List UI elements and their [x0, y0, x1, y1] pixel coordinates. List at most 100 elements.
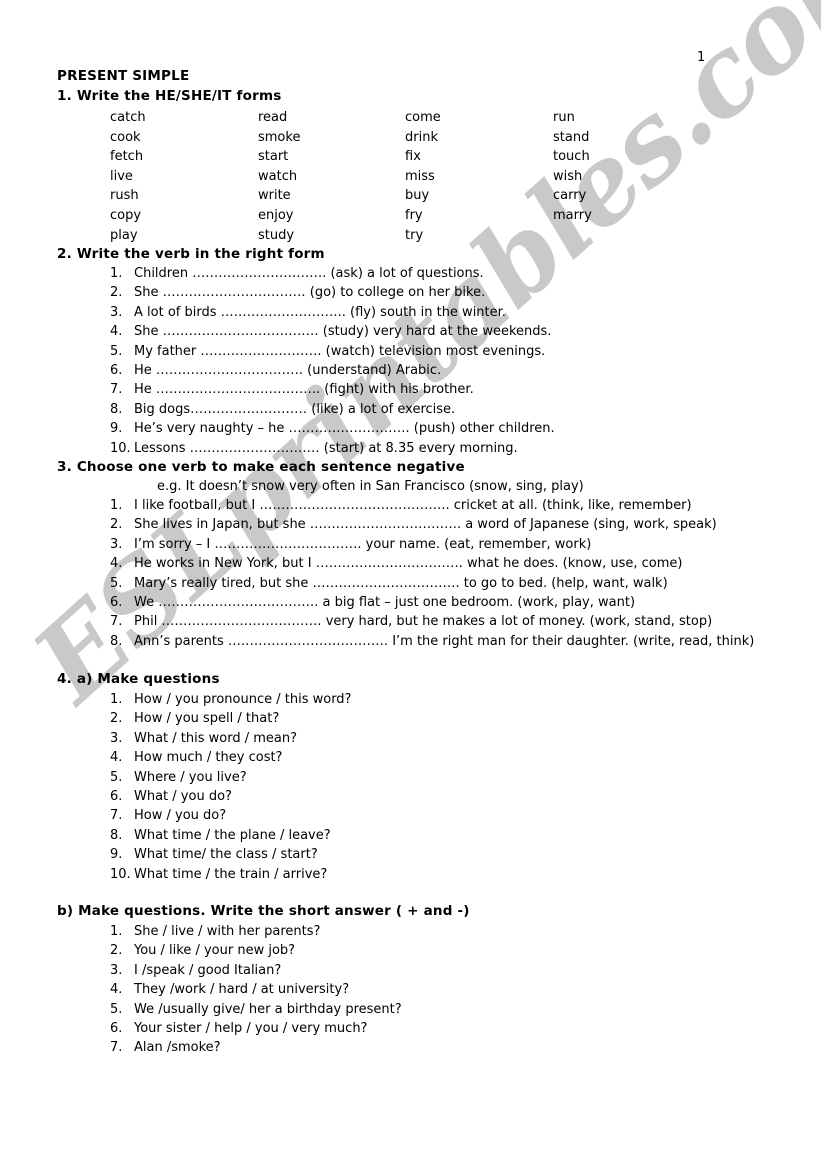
exercise-number: 7. — [110, 1040, 123, 1056]
exercise-item: 3. What / this word / mean? — [0, 729, 821, 748]
exercise-number: 4. — [110, 324, 123, 340]
section-4b-heading: b) Make questions. Write the short answe… — [57, 903, 470, 919]
exercise-text: We ………………………………. a big flat – just one b… — [134, 595, 636, 611]
exercise-text: Your sister / help / you / very much? — [134, 1021, 368, 1037]
exercise-item: 7. Alan /smoke? — [0, 1038, 821, 1057]
verb-row: rush write buy carry — [0, 188, 821, 208]
exercise-item: 8. What time / the plane / leave? — [0, 826, 821, 845]
exercise-text: A lot of birds ……………………….. (fly) south i… — [134, 304, 506, 320]
exercise-item: 3. I’m sorry – I ……………………………. your name. … — [0, 535, 821, 554]
exercise-item: 9. He’s very naughty – he ………………………. (pus… — [0, 419, 821, 438]
exercise-text: We /usually give/ her a birthday present… — [134, 1001, 402, 1017]
exercise-item: 1. She / live / with her parents? — [0, 922, 821, 941]
exercise-number: 6. — [110, 789, 123, 805]
exercise-number: 5. — [110, 343, 123, 359]
exercise-item: 2. She …………………………… (go) to college on her… — [0, 283, 821, 302]
exercise-text: Lessons ………………………… (start) at 8.35 every… — [134, 440, 518, 456]
exercise-item: 1. How / you pronounce / this word? — [0, 690, 821, 709]
exercise-text: Phil ………………………………. very hard, but he mak… — [134, 614, 713, 630]
exercise-number: 8. — [110, 827, 123, 843]
exercise-item: 7. Phil ………………………………. very hard, but he m… — [0, 612, 821, 631]
exercise-text: Children …………………………. (ask) a lot of ques… — [134, 266, 484, 281]
exercise-text: He ……………………………….. (fight) with his broth… — [134, 382, 474, 398]
exercise-text: She ……………………………… (study) very hard at th… — [134, 324, 552, 340]
exercise-text: He works in New York, but I …………………………….… — [134, 556, 683, 572]
exercise-text: Ann’s parents ………………………………. I’m the righ… — [134, 633, 755, 649]
exercise-text: I /speak / good Italian? — [134, 962, 282, 978]
verb-word: run — [553, 110, 575, 125]
verb-forms-table: catch read come run cook smoke drink stand fetch… — [0, 110, 821, 247]
exercise-number: 5. — [110, 1001, 123, 1017]
exercise-number: 1. — [110, 692, 123, 707]
exercise-number: 5. — [110, 769, 123, 785]
exercise-item: 7. How / you do? — [0, 806, 821, 825]
verb-row: fetch start fix touch — [0, 149, 821, 169]
exercise-item: 2. She lives in Japan, but she …………………………… — [0, 515, 821, 534]
verb-row: play study try — [0, 228, 821, 248]
exercise-item: 4. He works in New York, but I …………………………… — [0, 554, 821, 573]
exercise-text: He ……………………………. (understand) Arabic. — [134, 363, 442, 379]
verb-word: write — [258, 188, 291, 204]
exercise-item: 7. He ……………………………….. (fight) with his bro… — [0, 380, 821, 399]
verb-word: copy — [110, 207, 142, 223]
verb-word: drink — [405, 129, 438, 145]
exercise-number: 10. — [110, 440, 131, 456]
verb-word: try — [405, 227, 424, 243]
exercise-text: What / you do? — [134, 789, 232, 805]
exercise-item: 4. They /work / hard / at university? — [0, 980, 821, 999]
exercise-text: She …………………………… (go) to college on her b… — [134, 285, 486, 301]
exercise-item: 5. My father ………………………. (watch) televisio… — [0, 342, 821, 361]
verb-word: play — [110, 227, 138, 243]
verb-word: catch — [110, 110, 146, 125]
exercise-number: 7. — [110, 614, 123, 630]
exercise-item: 10. Lessons ………………………… (start) at 8.35 ev… — [0, 439, 821, 458]
exercise-number: 1. — [110, 498, 123, 513]
exercise-text: What time / the plane / leave? — [134, 827, 331, 843]
exercise-number: 8. — [110, 401, 123, 417]
section-3-heading: 3. Choose one verb to make each sentence… — [57, 459, 465, 475]
exercise-item: 3. I /speak / good Italian? — [0, 961, 821, 980]
verb-word: touch — [553, 149, 590, 165]
exercise-item: 4. She ……………………………… (study) very hard at … — [0, 322, 821, 341]
verb-row: live watch miss wish — [0, 169, 821, 189]
page-number: 1 — [697, 50, 706, 65]
verb-word: cook — [110, 129, 141, 145]
exercise-number: 8. — [110, 633, 123, 649]
exercise-number: 3. — [110, 536, 123, 552]
verb-word: smoke — [258, 129, 301, 145]
exercise-text: How much / they cost? — [134, 750, 283, 766]
exercise-number: 3. — [110, 962, 123, 978]
exercise-number: 2. — [110, 285, 123, 301]
exercise-number: 1. — [110, 924, 123, 939]
exercise-text: I’m sorry – I ……………………………. your name. (e… — [134, 536, 592, 552]
exercise-text: What time / the train / arrive? — [134, 866, 328, 882]
verb-row: copy enjoy fry marry — [0, 208, 821, 228]
verb-word: live — [110, 168, 133, 184]
exercise-item: 10. What time / the train / arrive? — [0, 865, 821, 884]
exercise-text: Where / you live? — [134, 769, 247, 785]
exercise-number: 10. — [110, 866, 131, 882]
verb-word: watch — [258, 168, 298, 184]
section-4a-list: 1. How / you pronounce / this word? 2. How … — [0, 690, 821, 884]
verb-word: miss — [405, 168, 435, 184]
exercise-text: I like football, but I …………………………………….. … — [134, 498, 692, 513]
exercise-text: My father ………………………. (watch) television … — [134, 343, 546, 359]
verb-word: carry — [553, 188, 587, 204]
verb-row: catch read come run — [0, 110, 821, 130]
verb-word: fix — [405, 149, 421, 165]
verb-word: marry — [553, 207, 592, 223]
exercise-number: 2. — [110, 711, 123, 727]
section-4b-list: 1. She / live / with her parents? 2. You / … — [0, 922, 821, 1058]
exercise-item: 5. Where / you live? — [0, 768, 821, 787]
exercise-text: How / you do? — [134, 808, 227, 824]
exercise-number: 7. — [110, 808, 123, 824]
section-3-example: e.g. It doesn’t snow very often in San F… — [157, 479, 584, 494]
exercise-number: 4. — [110, 982, 123, 998]
verb-word: buy — [405, 188, 430, 204]
verb-word: fry — [405, 207, 423, 223]
exercise-item: 4. How much / they cost? — [0, 748, 821, 767]
exercise-number: 5. — [110, 575, 123, 591]
exercise-number: 3. — [110, 730, 123, 746]
exercise-item: 9. What time/ the class / start? — [0, 845, 821, 864]
exercise-text: They /work / hard / at university? — [134, 982, 350, 998]
